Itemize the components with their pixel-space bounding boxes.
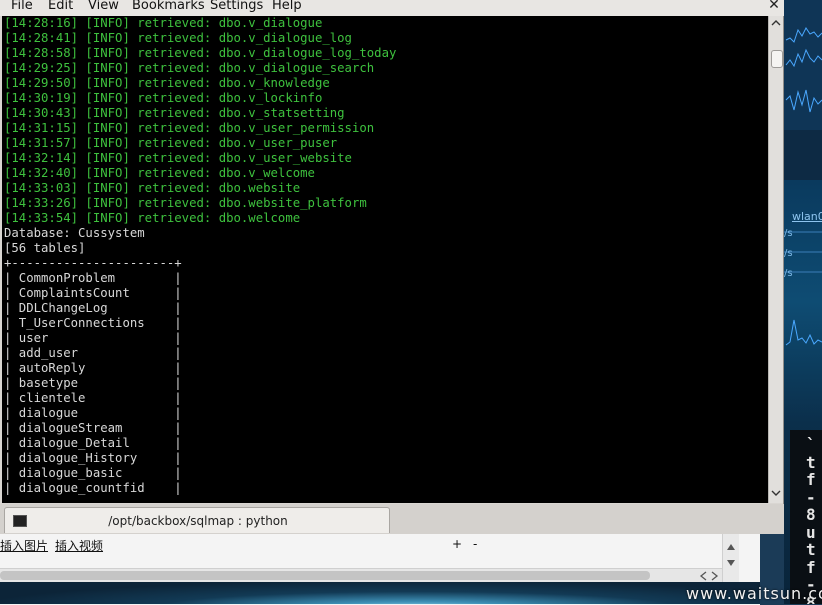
terminal-scrollbar[interactable] [768,16,783,503]
scroll-up-icon[interactable] [769,16,783,30]
desktop-wallpaper-strip [0,582,760,604]
terminal-line: | dialogue_countfid | [4,481,182,495]
speed-label: /s [784,248,793,259]
scroll-right-icon[interactable] [711,571,719,581]
tab-bar: /opt/backbox/sqlmap : python [0,504,784,534]
terminal-line-info: [14:30:43] [INFO] retrieved: dbo.v_stats… [4,106,345,120]
menu-edit[interactable]: Edit [48,0,73,13]
editor-horizontal-scrollbar[interactable] [0,568,722,583]
tab-session[interactable]: /opt/backbox/sqlmap : python [4,507,390,533]
terminal-line-info: [14:29:25] [INFO] retrieved: dbo.v_dialo… [4,61,375,75]
menu-view[interactable]: View [88,0,119,13]
close-icon[interactable]: ✕ [766,0,782,14]
terminal-line: | DDLChangeLog | [4,301,182,315]
terminal-window: File Edit View Bookmarks Settings Help ✕… [0,0,784,534]
terminal-line-info: [14:29:50] [INFO] retrieved: dbo.v_knowl… [4,76,330,90]
terminal-line-info: [14:33:54] [INFO] retrieved: dbo.welcome [4,211,301,225]
terminal-line-info: [14:28:58] [INFO] retrieved: dbo.v_dialo… [4,46,397,60]
terminal-line: | dialogue | [4,406,182,420]
terminal-line-info: [14:28:16] [INFO] retrieved: dbo.v_dialo… [4,16,323,30]
terminal-line-info: [14:33:26] [INFO] retrieved: dbo.website… [4,196,367,210]
menu-bookmarks[interactable]: Bookmarks [132,0,205,13]
scroll-down-icon[interactable] [727,560,735,566]
terminal-line: +----------------------+ [4,256,182,270]
terminal-line: | T_UserConnections | [4,316,182,330]
terminal-line: | CommonProblem | [4,271,182,285]
terminal-line-info: [14:32:40] [INFO] retrieved: dbo.v_welco… [4,166,315,180]
terminal-output[interactable]: [14:28:16] [INFO] retrieved: dbo.v_dialo… [2,16,768,503]
scroll-left-icon[interactable] [699,571,707,581]
vertical-text: `tf-8utf-8u [806,435,816,604]
terminal-line-info: [14:33:03] [INFO] retrieved: dbo.website [4,181,301,195]
side-terminal-fragment: `tf-8utf-8u [790,430,822,604]
menu-settings[interactable]: Settings [210,0,263,13]
terminal-line: | dialogueStream | [4,421,182,435]
terminal-line: | dialogue_History | [4,451,182,465]
scroll-thumb[interactable] [771,50,783,68]
editor-vertical-scrollbar[interactable] [722,530,739,586]
terminal-line: | clientele | [4,391,182,405]
insert-video-link[interactable]: 插入视频 [55,537,103,554]
menu-bar: File Edit View Bookmarks Settings Help ✕ [0,0,784,16]
scroll-down-icon[interactable] [769,486,783,500]
terminal-line-info: [14:32:14] [INFO] retrieved: dbo.v_user_… [4,151,352,165]
menu-help[interactable]: Help [272,0,302,13]
terminal-line: | user | [4,331,182,345]
scroll-thumb[interactable] [0,571,650,580]
terminal-line: | ComplaintsCount | [4,286,182,300]
tab-label: /opt/backbox/sqlmap : python [108,514,288,528]
insert-image-link[interactable]: 插入图片 [0,537,48,554]
terminal-line-info: [14:31:15] [INFO] retrieved: dbo.v_user_… [4,121,375,135]
terminal-line-info: [14:31:57] [INFO] retrieved: dbo.v_user_… [4,136,338,150]
editor-toolbar: 插入图片 插入视频 + - [0,537,502,555]
plus-button[interactable]: + [452,537,462,551]
terminal-line: | dialogue_basic | [4,466,182,480]
wlan-label: wlan0 [792,210,822,223]
scroll-up-icon[interactable] [727,544,735,550]
menu-file[interactable]: File [11,0,33,13]
speed-label: /s [784,228,793,239]
terminal-line-info: [14:30:19] [INFO] retrieved: dbo.v_locki… [4,91,323,105]
terminal-line: | autoReply | [4,361,182,375]
watermark: www.waitsun.com [686,584,822,603]
terminal-line: | dialogue_Detail | [4,436,182,450]
terminal-line-info: [14:28:41] [INFO] retrieved: dbo.v_dialo… [4,31,352,45]
terminal-line: | add_user | [4,346,182,360]
terminal-line: [56 tables] [4,241,86,255]
speed-label: /s [784,268,793,279]
minus-button[interactable]: - [473,537,477,551]
terminal-text: [14:28:16] [INFO] retrieved: dbo.v_dialo… [2,16,768,496]
terminal-line: Database: Cussystem [4,226,145,240]
terminal-line: | basetype | [4,376,182,390]
